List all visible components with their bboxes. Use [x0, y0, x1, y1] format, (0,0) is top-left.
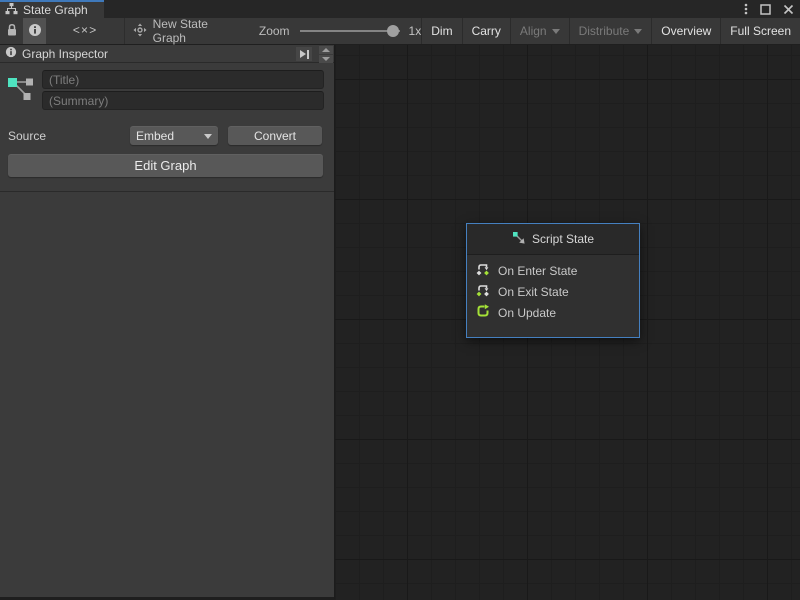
dim-button[interactable]: Dim: [421, 18, 461, 44]
full-screen-label: Full Screen: [730, 24, 791, 38]
full-screen-button[interactable]: Full Screen: [720, 18, 800, 44]
code-icon: <×>: [73, 24, 98, 38]
info-icon: [5, 46, 17, 61]
overview-label: Overview: [661, 24, 711, 38]
convert-button[interactable]: Convert: [228, 126, 322, 145]
titlebar: State Graph: [0, 0, 800, 18]
triangle-up-icon: [322, 48, 330, 52]
carry-label: Carry: [472, 24, 501, 38]
overview-button[interactable]: Overview: [651, 18, 720, 44]
event-row: On Update: [475, 302, 631, 323]
node-title: Script State: [532, 232, 594, 246]
chevron-down-icon: [552, 29, 560, 34]
title-input[interactable]: [42, 70, 324, 89]
script-state-node-body: On Enter State On Exit State: [467, 255, 639, 323]
zoom-value: 1x: [409, 24, 422, 38]
state-graph-icon: [5, 2, 18, 18]
distribute-button[interactable]: Distribute: [569, 18, 652, 44]
summary-input[interactable]: [42, 91, 324, 110]
edit-graph-button[interactable]: Edit Graph: [8, 154, 323, 177]
script-graph-icon: [512, 231, 526, 248]
window-controls: [744, 0, 794, 18]
zoom-slider[interactable]: [300, 30, 400, 32]
align-button[interactable]: Align: [510, 18, 569, 44]
event-label: On Enter State: [498, 264, 577, 278]
chevron-down-icon: [204, 134, 212, 139]
new-state-graph-button[interactable]: New State Graph: [125, 18, 253, 44]
on-exit-state-icon: [475, 282, 491, 301]
source-row: Source Embed Convert: [8, 126, 322, 145]
graph-inspector-panel: Graph Inspector Source Embed: [0, 45, 335, 600]
source-dropdown[interactable]: Embed: [130, 126, 218, 145]
zoom-slider-handle[interactable]: [387, 25, 399, 37]
lock-button[interactable]: [0, 18, 23, 44]
kebab-menu-icon[interactable]: [744, 3, 748, 15]
event-row: On Exit State: [475, 281, 631, 302]
inspector-toggle-button[interactable]: [23, 18, 46, 44]
dock-icon: [300, 50, 306, 58]
script-state-node-header: Script State: [467, 224, 639, 255]
info-icon: [28, 23, 42, 40]
on-enter-state-icon: [475, 261, 491, 280]
lock-icon: [6, 23, 18, 40]
dim-label: Dim: [431, 24, 452, 38]
distribute-label: Distribute: [579, 24, 630, 38]
graph-inspector-header: Graph Inspector: [0, 45, 334, 63]
zoom-control: Zoom 1x: [259, 18, 421, 44]
script-state-node[interactable]: Script State On Enter State: [466, 223, 640, 338]
source-dropdown-value: Embed: [136, 129, 174, 143]
zoom-label: Zoom: [259, 24, 290, 38]
triangle-down-icon: [322, 57, 330, 61]
event-label: On Exit State: [498, 285, 569, 299]
graph-toolbar: <×> New State Graph Zoom 1x Dim Carry Al…: [0, 18, 800, 45]
on-update-icon: [475, 303, 491, 322]
align-label: Align: [520, 24, 547, 38]
state-graph-asset-icon: [6, 73, 36, 106]
maximize-icon[interactable]: [760, 4, 771, 15]
event-row: On Enter State: [475, 260, 631, 281]
inspector-divider: [0, 191, 334, 192]
graph-inspector-title: Graph Inspector: [22, 47, 108, 61]
graph-canvas[interactable]: Script State On Enter State: [335, 45, 800, 600]
code-preview-button[interactable]: <×>: [46, 18, 123, 44]
carry-button[interactable]: Carry: [462, 18, 510, 44]
dock-panel-button[interactable]: [296, 47, 312, 61]
new-state-graph-label: New State Graph: [153, 17, 241, 45]
panel-spinner: [319, 45, 333, 63]
spinner-up-button[interactable]: [319, 46, 333, 54]
graph-meta-section: [0, 63, 334, 110]
close-icon[interactable]: [783, 4, 794, 15]
event-label: On Update: [498, 306, 556, 320]
tab-label: State Graph: [23, 3, 88, 17]
spinner-down-button[interactable]: [319, 55, 333, 63]
tab-state-graph[interactable]: State Graph: [0, 0, 104, 18]
chevron-down-icon: [634, 29, 642, 34]
source-label: Source: [8, 129, 130, 143]
move-icon: [133, 23, 147, 40]
